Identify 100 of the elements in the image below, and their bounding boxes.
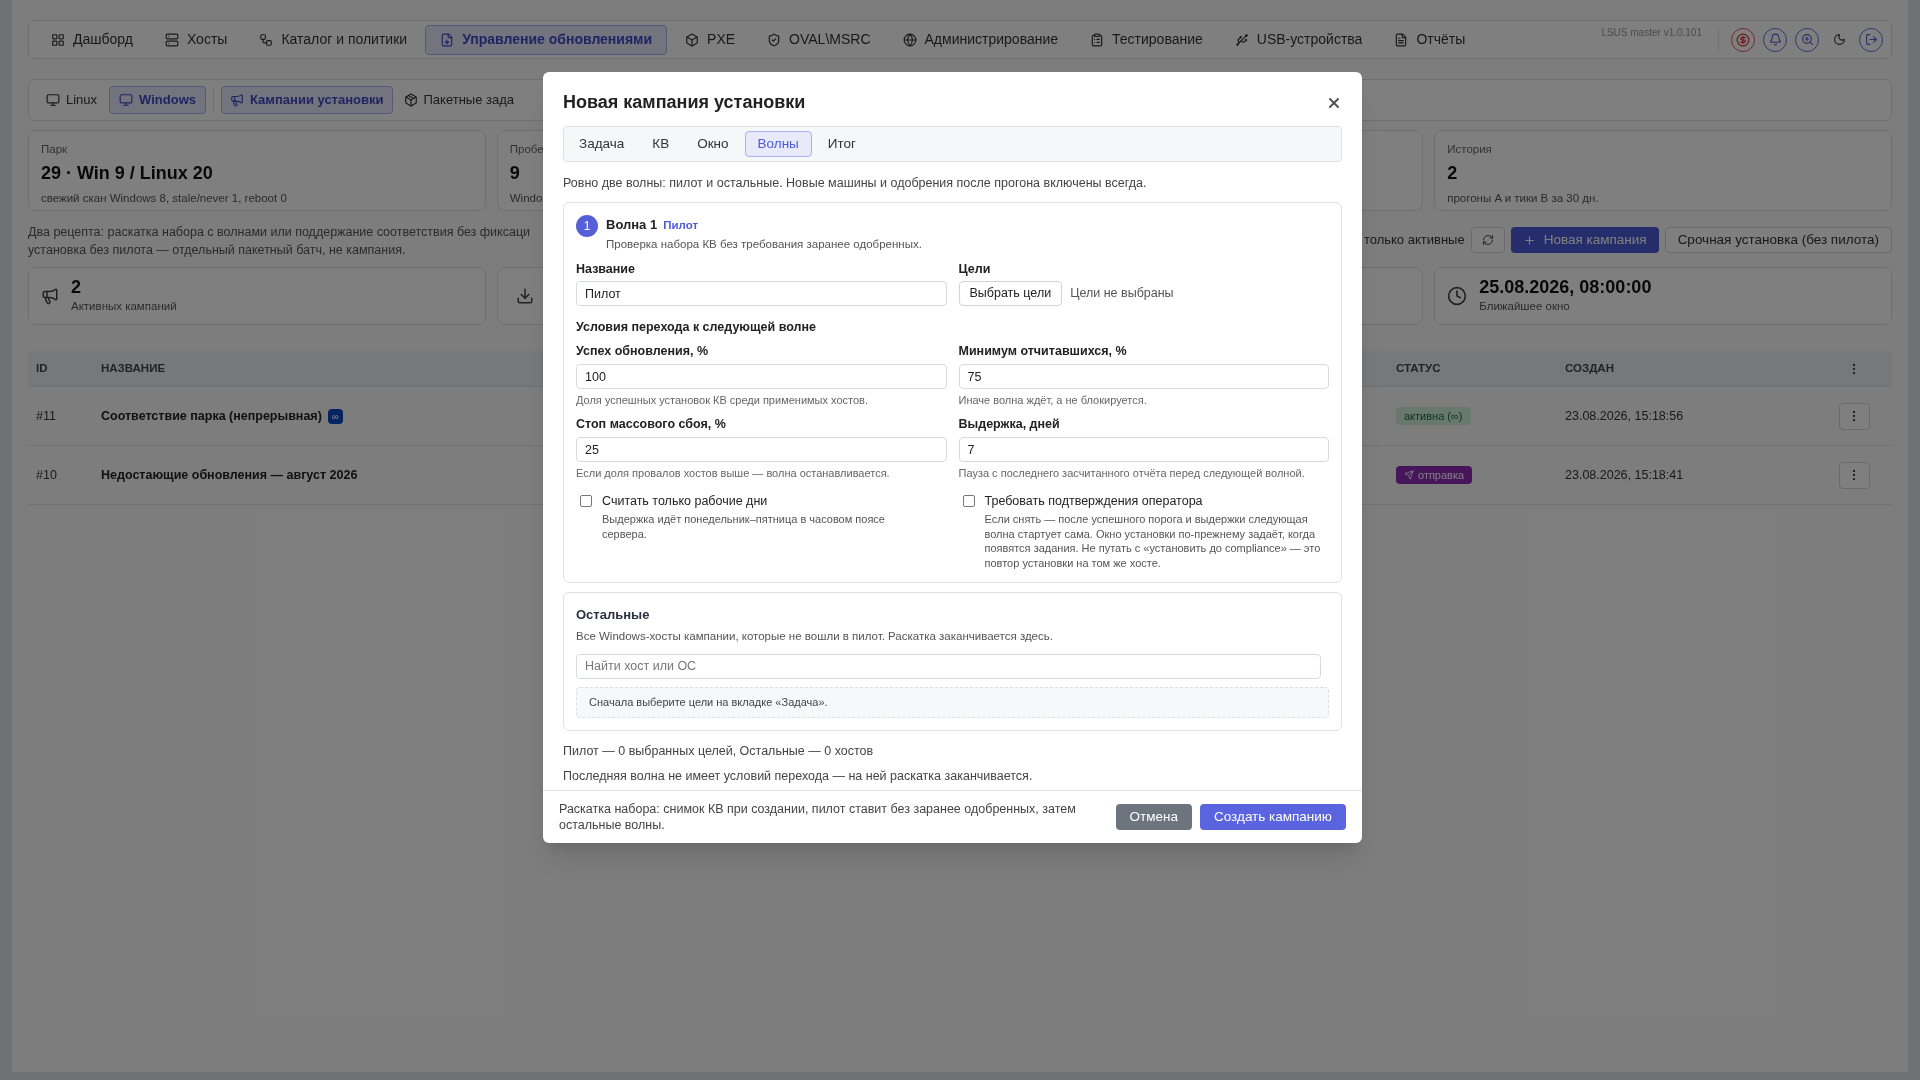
description-text: Два рецепта: раскатка набора с волнами или поддержание соответствия без фиксаци xyxy=(28,224,531,241)
filter-label: только активные xyxy=(1363,231,1465,250)
document-icon xyxy=(1394,32,1409,47)
table-cell-text: Недостающие обновления — август 2026 xyxy=(101,466,358,484)
modal-tab[interactable]: КВ xyxy=(640,131,682,157)
wave-description: Проверка набора КВ без требования заранее одобренных. xyxy=(606,237,922,253)
footer-note: Раскатка набора: снимок КВ при создании, пилот ставит без заранее одобренных, затем остальные волны. xyxy=(559,801,1077,833)
nav-tab[interactable]: Администрирование xyxy=(888,24,1073,55)
monitor-icon xyxy=(119,93,134,107)
urgent-install-button[interactable]: Срочная установка (без пилота) xyxy=(1664,227,1892,253)
number-field[interactable]: 100 xyxy=(576,364,947,390)
nav-tab[interactable]: Отчёты xyxy=(1380,24,1480,55)
plus-icon xyxy=(1522,233,1536,247)
section-tab[interactable]: Кампании установки xyxy=(221,86,393,114)
stat-note: прогоны A и тики B за 30 дн. xyxy=(1447,191,1599,207)
stat-value: 2 xyxy=(1447,162,1458,186)
checkbox-label: Требовать подтверждения оператора xyxy=(984,492,1204,510)
stat-label: Активных кампаний xyxy=(71,299,177,315)
field-label: Выдержка, дней xyxy=(958,415,1061,433)
section-heading: Условия перехода к следующей волне xyxy=(576,319,817,337)
os-tab[interactable]: Linux xyxy=(37,86,107,114)
number-field[interactable]: 75 xyxy=(958,364,1329,390)
infinity-badge: ∞ xyxy=(327,408,343,424)
checkbox-hint: Если снять — после успешного порога и выдержки следующая волна стартует сама. Окно установки по-прежнему задаёт, когда появятся задания. Не путать с «установить до compliance» — это повтор установки на том же хосте. xyxy=(984,512,1322,571)
section-tab[interactable]: Пакетные зада xyxy=(395,86,523,114)
nav-tab[interactable]: USB-устройства xyxy=(1220,24,1377,55)
column-header: СТАТУС xyxy=(1396,360,1441,376)
download-icon xyxy=(515,287,534,305)
modal-tab[interactable]: Волны xyxy=(744,131,812,157)
status-badge: отправка xyxy=(1396,466,1473,484)
field-label: Цели xyxy=(958,260,992,278)
document-icon xyxy=(440,32,455,47)
column-header: ID xyxy=(36,360,48,376)
stat-label: Ближайшее окно xyxy=(1479,299,1571,315)
nav-tab[interactable]: Каталог и политики xyxy=(245,24,422,55)
os-tab[interactable]: Windows xyxy=(109,86,206,114)
cancel-button[interactable]: Отмена xyxy=(1115,804,1192,830)
field-hint: Иначе волна ждёт, а не блокируется. xyxy=(958,393,1148,409)
nav-tab[interactable]: Дашборд xyxy=(37,24,147,55)
rest-description: Все Windows-хосты кампании, которые не вошли в пилот. Раскатка заканчивается здесь. xyxy=(576,628,1054,644)
stat-label: Пробе xyxy=(509,142,544,157)
create-campaign-button[interactable]: Создать кампанию xyxy=(1200,804,1346,830)
modal-tab[interactable]: Задача xyxy=(567,131,637,157)
field-label: Название xyxy=(576,260,636,278)
checkbox[interactable] xyxy=(962,494,975,507)
rest-title: Остальные xyxy=(576,606,651,625)
number-field[interactable]: 25 xyxy=(576,437,947,462)
new-campaign-button[interactable]: Новая кампания xyxy=(1510,227,1659,253)
send-icon xyxy=(1404,470,1414,480)
flow-icon xyxy=(259,32,274,47)
nav-tab[interactable]: PXE xyxy=(671,24,750,55)
refresh-button[interactable] xyxy=(1470,227,1505,253)
stat-value: 25.08.2026, 08:00:00 xyxy=(1479,276,1652,299)
nav-tab[interactable]: Управление обновлениями xyxy=(425,24,668,55)
nav-tab[interactable]: Тестирование xyxy=(1076,24,1217,55)
checkbox-hint: Выдержка идёт понедельник–пятница в часовом поясе сервера. xyxy=(602,512,886,542)
name-field[interactable]: Пилот xyxy=(576,281,947,307)
megaphone-icon xyxy=(41,287,59,305)
field-hint: Доля успешных установок КВ среди применимых хостов. xyxy=(576,393,869,409)
stat-value: 9 xyxy=(509,162,520,186)
clock-icon xyxy=(1447,286,1468,306)
shield-icon xyxy=(767,32,782,47)
table-cell-text: #10 xyxy=(36,466,58,484)
nav-tab[interactable]: OVAL\MSRC xyxy=(753,24,885,55)
wave-title: Волна 1 xyxy=(606,215,658,234)
field-label: Минимум отчитавшихся, % xyxy=(958,343,1128,360)
targets-note: Цели не выбраны xyxy=(1070,285,1174,303)
wave-number-badge: 1 xyxy=(576,214,598,237)
checkbox-label: Считать только рабочие дни xyxy=(602,492,769,510)
stat-value: 29 · Win 9 / Linux 20 xyxy=(41,162,213,186)
stat-note: Windo xyxy=(509,191,543,207)
checkbox[interactable] xyxy=(580,494,592,507)
package-icon xyxy=(403,93,418,107)
megaphone-icon xyxy=(230,93,244,107)
clipboard-icon xyxy=(1090,32,1105,47)
description-text: установка без пилота — отдельный пакетный батч, не кампания. xyxy=(28,242,407,259)
modal-tab[interactable]: Окно xyxy=(685,131,741,157)
field-label: Стоп массового сбоя, % xyxy=(576,415,727,433)
column-header: СОЗДАН xyxy=(1565,360,1614,376)
grid-icon xyxy=(51,32,65,47)
monitor-icon xyxy=(46,93,60,107)
choose-targets-button[interactable]: Выбрать цели xyxy=(958,281,1063,307)
refresh-icon xyxy=(1481,234,1494,246)
table-cell-text: #11 xyxy=(36,407,57,425)
table-cell-text: 23.08.2026, 15:18:41 xyxy=(1565,466,1685,484)
status-badge: активна (∞) xyxy=(1396,407,1471,425)
cube-icon xyxy=(685,32,700,47)
nav-tab[interactable]: Хосты xyxy=(150,24,242,55)
summary-text: Пилот — 0 выбранных целей, Остальные — 0 хостов xyxy=(563,742,875,760)
field-hint: Пауза с последнего засчитанного отчёта перед следующей волной. xyxy=(958,466,1306,481)
number-field[interactable]: 7 xyxy=(958,437,1329,462)
empty-message: Сначала выберите цели на вкладке «Задача». xyxy=(589,694,828,710)
host-search-field[interactable]: Найти хост или ОС xyxy=(576,653,1321,679)
server-icon xyxy=(164,32,179,47)
stat-value: 2 xyxy=(71,276,82,299)
stat-label: История xyxy=(1447,142,1492,157)
modal-tab[interactable]: Итог xyxy=(815,131,868,157)
field-hint: Если доля провалов хостов выше — волна останавливается. xyxy=(576,466,891,481)
field-label: Успех обновления, % xyxy=(576,343,710,360)
stat-label: Парк xyxy=(41,142,68,157)
